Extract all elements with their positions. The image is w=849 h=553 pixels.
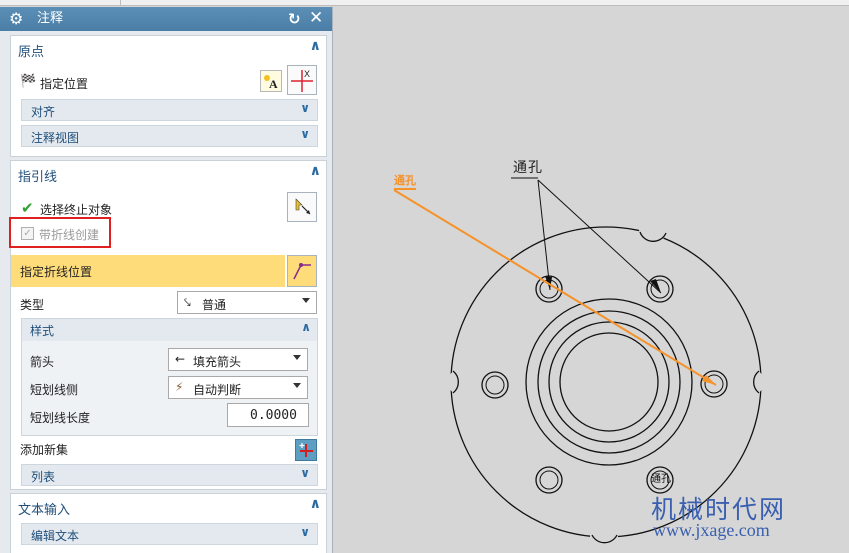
chevron-up-icon[interactable]: ∧ <box>310 163 321 179</box>
list-subsection[interactable]: 列表 ∨ <box>21 464 318 486</box>
checkered-flag-icon: 🏁 <box>20 74 37 89</box>
add-new-set-label: 添加新集 <box>20 443 69 457</box>
point-constructor-button[interactable]: X <box>287 65 317 95</box>
specify-location-label: 指定位置 <box>40 77 89 91</box>
watermark-url: www.jxage.com <box>653 520 770 540</box>
notch-top <box>639 231 667 242</box>
filled-arrow-icon: ← <box>175 352 186 366</box>
annotation-text[interactable]: 通孔 <box>513 157 543 177</box>
toolbar-separator <box>120 0 121 6</box>
annotation-view-label: 注释视图 <box>31 131 80 145</box>
close-icon[interactable]: ✕ <box>309 8 323 28</box>
leader-type-icon: ⤥ <box>184 295 191 309</box>
chevron-up-icon[interactable]: ∧ <box>301 320 311 334</box>
chevron-down-icon[interactable]: ∨ <box>300 525 310 539</box>
leader-section-title: 指引线 <box>18 170 58 185</box>
chevron-down-icon[interactable]: ∨ <box>300 466 310 480</box>
stub-side-label: 短划线侧 <box>30 383 79 397</box>
chevron-up-icon[interactable]: ∧ <box>310 38 321 54</box>
top-toolbar-strip <box>0 0 849 6</box>
stub-side-dropdown[interactable]: ⚡ 自动判断 <box>168 376 308 399</box>
notch-right <box>753 370 760 394</box>
select-terminating-object-label: 选择终止对象 <box>40 203 113 217</box>
alignment-label: 对齐 <box>31 105 56 119</box>
dropdown-arrow-icon <box>293 383 301 388</box>
add-new-set-button[interactable] <box>295 439 317 461</box>
text-input-section-title: 文本输入 <box>18 503 71 518</box>
hole-label-text: 通孔 <box>651 474 671 485</box>
stub-length-label: 短划线长度 <box>30 411 91 425</box>
style-title: 样式 <box>30 324 55 338</box>
notch-left <box>452 370 459 394</box>
text-input-section: 文本输入 ∧ 编辑文本 ∨ <box>10 493 327 553</box>
arrowhead-label: 箭头 <box>30 355 55 369</box>
edit-text-subsection[interactable]: 编辑文本 ∨ <box>21 523 318 545</box>
origin-section-title: 原点 <box>18 45 45 60</box>
drawing-canvas[interactable]: 通孔 通孔 通孔 机械时代网 www.jxage.com <box>333 7 849 553</box>
type-label: 类型 <box>20 298 45 312</box>
ring-bore-inner <box>559 332 659 432</box>
stub-side-value: 自动判断 <box>193 383 242 397</box>
origin-section-header[interactable]: 原点 ∧ <box>11 36 326 62</box>
bolt-hole[interactable] <box>646 275 674 303</box>
ring-middle <box>537 310 681 454</box>
style-subsection-header[interactable]: 样式 ∧ <box>22 319 317 341</box>
chevron-down-icon[interactable]: ∨ <box>300 127 310 141</box>
create-with-jog-checkbox[interactable]: ✓ <box>21 227 34 240</box>
annotation-tool-icon[interactable]: A <box>260 70 282 92</box>
leader-type-value: 普通 <box>202 298 227 312</box>
leader-section-header[interactable]: 指引线 ∧ <box>11 161 326 187</box>
gear-icon[interactable]: ⚙ <box>9 9 23 29</box>
dialog-title: 注释 <box>37 11 64 26</box>
select-object-button[interactable] <box>287 192 317 222</box>
jog-point-button[interactable] <box>287 255 317 287</box>
bolt-hole[interactable] <box>535 466 563 494</box>
leader-section: 指引线 ∧ ✔ 选择终止对象 ✓ 带折线创建 指定折线位置 类型 ⤥ 普通 样式… <box>9 160 327 490</box>
edit-text-label: 编辑文本 <box>31 529 80 543</box>
drawing-svg <box>393 177 762 544</box>
stub-length-input[interactable]: 0.0000 <box>227 403 309 427</box>
auto-infer-icon: ⚡ <box>175 380 184 394</box>
style-subsection: 样式 ∧ 箭头 ← 填充箭头 短划线侧 ⚡ 自动判断 短划线长度 0.0000 <box>21 318 318 436</box>
annotation-dialog: ⚙ 注释 ↻ ✕ 原点 ∧ 🏁 指定位置 A X 对齐 ∨ 注释视图 ∨ 指引线… <box>0 7 333 553</box>
dropdown-arrow-icon <box>293 355 301 360</box>
ring-outer <box>525 298 693 466</box>
leader-type-dropdown[interactable]: ⤥ 普通 <box>177 291 317 314</box>
specify-jog-location-row[interactable]: 指定折线位置 <box>11 255 285 287</box>
dropdown-arrow-icon <box>302 298 310 303</box>
chevron-up-icon[interactable]: ∧ <box>310 496 321 512</box>
origin-section: 原点 ∧ 🏁 指定位置 A X 对齐 ∨ 注释视图 ∨ <box>10 35 327 157</box>
create-with-jog-label: 带折线创建 <box>39 228 100 242</box>
arrowhead-dropdown[interactable]: ← 填充箭头 <box>168 348 308 371</box>
specify-jog-location-label: 指定折线位置 <box>20 265 93 279</box>
reset-icon[interactable]: ↻ <box>288 9 301 29</box>
alignment-subsection[interactable]: 对齐 ∨ <box>21 99 318 121</box>
preview-annotation-text[interactable]: 通孔 <box>394 172 416 188</box>
chevron-down-icon[interactable]: ∨ <box>300 101 310 115</box>
checkmark-icon: ✔ <box>21 199 34 217</box>
svg-text:X: X <box>304 69 310 79</box>
annotation-leader-line <box>537 179 551 291</box>
ring-bore-outer <box>548 321 670 443</box>
annotation-view-subsection[interactable]: 注释视图 ∨ <box>21 125 318 147</box>
svg-text:A: A <box>269 77 278 91</box>
arrowhead-value: 填充箭头 <box>193 355 242 369</box>
dialog-titlebar: ⚙ 注释 ↻ ✕ <box>0 7 332 31</box>
stub-length-value: 0.0000 <box>250 408 297 423</box>
bolt-hole[interactable] <box>481 371 509 399</box>
list-label: 列表 <box>31 470 56 484</box>
text-input-section-header[interactable]: 文本输入 ∧ <box>11 494 326 520</box>
